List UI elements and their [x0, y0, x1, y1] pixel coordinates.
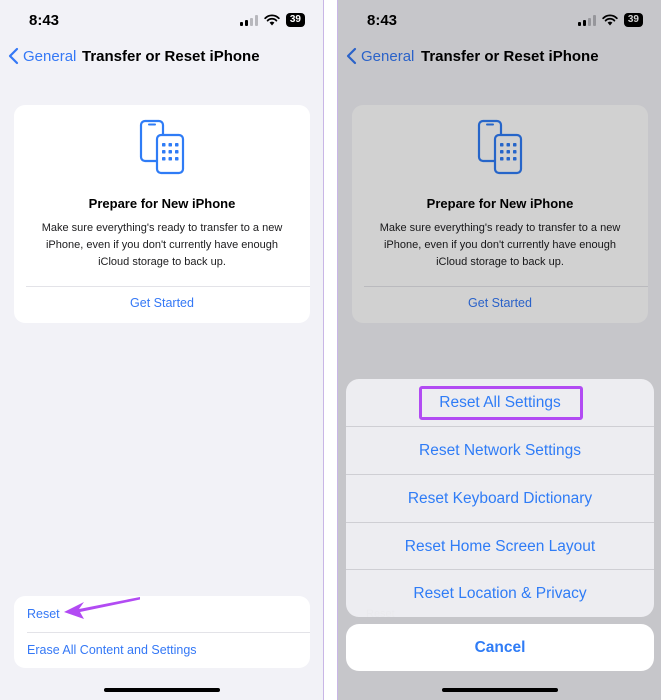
reset-location-privacy-button[interactable]: Reset Location & Privacy: [346, 570, 654, 617]
reset-network-settings-button[interactable]: Reset Network Settings: [346, 427, 654, 474]
pointer-arrow: [64, 597, 140, 619]
home-indicator: [442, 688, 558, 692]
description-line: iCloud storage to back up.: [98, 256, 226, 268]
home-indicator: [104, 688, 220, 692]
reset-all-settings-button[interactable]: Reset All Settings: [346, 379, 654, 426]
status-bar: 8:43 39: [0, 0, 323, 44]
two-phones-icon: [139, 119, 185, 175]
status-icons: 39: [239, 13, 305, 27]
reset-options-card: Reset Erase All Content and Settings: [14, 596, 310, 668]
reset-keyboard-dictionary-button[interactable]: Reset Keyboard Dictionary: [346, 475, 654, 522]
reset-home-screen-layout-button[interactable]: Reset Home Screen Layout: [346, 523, 654, 570]
reset-action-sheet: Reset All Settings Reset Network Setting…: [346, 379, 654, 617]
description-line: Make sure everything's ready to transfer…: [41, 222, 283, 234]
reset-button[interactable]: Reset: [27, 607, 60, 621]
prepare-card: Prepare for New iPhone Make sure everyth…: [14, 105, 310, 323]
wifi-icon: [264, 14, 280, 26]
left-screen: 8:43 39 General Transfer or Reset iPhone: [0, 0, 324, 700]
erase-all-button[interactable]: Erase All Content and Settings: [27, 643, 197, 657]
battery-icon: 39: [285, 13, 305, 27]
divider: [26, 286, 310, 287]
cancel-button[interactable]: Cancel: [346, 624, 654, 671]
cellular-signal-icon: [239, 14, 258, 26]
prepare-title: Prepare for New iPhone: [88, 196, 236, 211]
back-button[interactable]: General: [8, 47, 76, 65]
page-title: Transfer or Reset iPhone: [82, 48, 260, 65]
description-line: iPhone, even if you don't currently have…: [45, 239, 279, 251]
chevron-left-icon: [8, 47, 19, 65]
right-screen: 8:43 39 General Transfer or Reset iPhone: [337, 0, 661, 700]
prepare-description: Make sure everything's ready to transfer…: [32, 220, 292, 271]
navigation-bar: General Transfer or Reset iPhone: [0, 44, 323, 72]
status-time: 8:43: [29, 12, 60, 29]
back-label: General: [23, 47, 77, 65]
get-started-button[interactable]: Get Started: [14, 296, 310, 310]
divider: [27, 632, 310, 633]
